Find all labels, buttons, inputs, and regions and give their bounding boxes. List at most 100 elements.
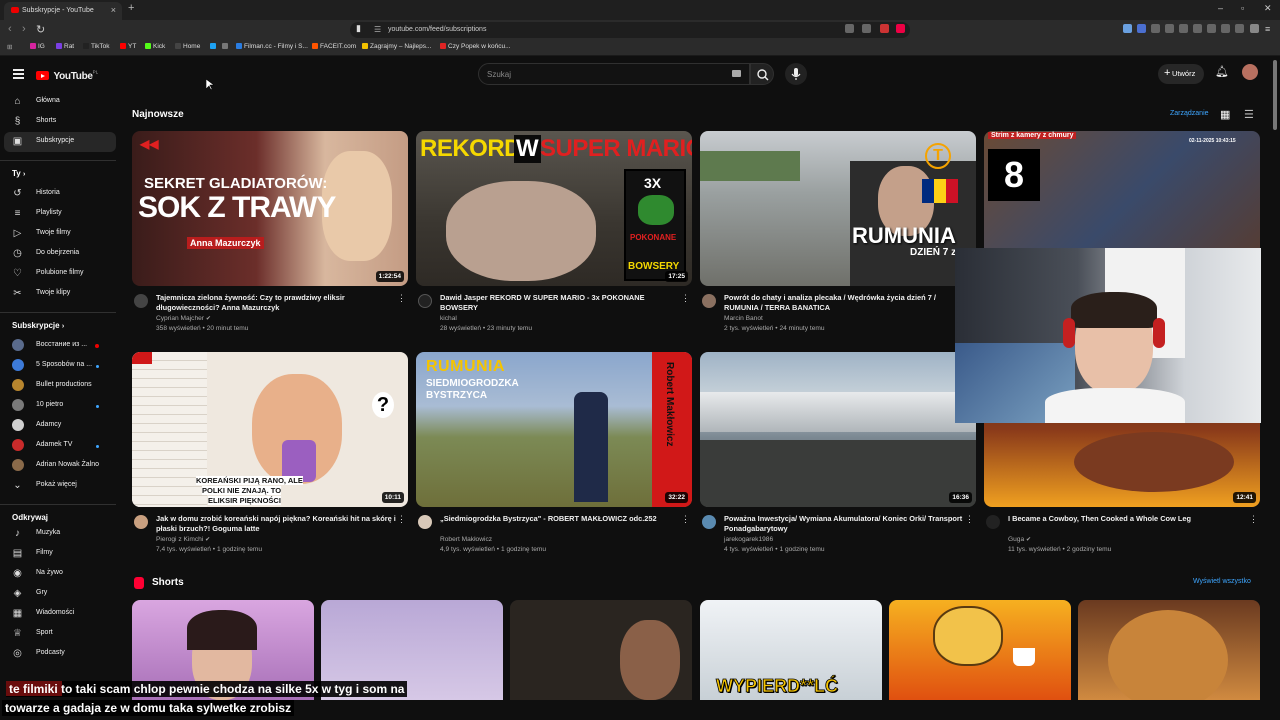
more-options-icon[interactable]: ⋮ [397,293,406,304]
video-title[interactable]: Tajemnicza zielona żywność: Czy to prawd… [156,293,396,313]
bookmark-icon[interactable]: ▮ [356,23,361,34]
list-view-icon[interactable]: ☰ [1244,108,1254,121]
bookmark-item[interactable]: IG [30,43,45,50]
menu-icon[interactable]: ≡ [1265,24,1270,34]
short-thumbnail[interactable] [889,600,1071,700]
notifications-bell-icon[interactable]: 🔔︎ [1215,65,1229,78]
channel-avatar[interactable] [134,515,148,529]
channel-avatar[interactable] [418,294,432,308]
grid-view-icon[interactable]: ▦ [1220,108,1230,121]
more-options-icon[interactable]: ⋮ [681,514,690,525]
video-thumbnail[interactable]: ◀◀ SEKRET GLADIATORÓW: SOK Z TRAWY Anna … [132,131,408,286]
sidebar-item-live[interactable]: ◉ Na żywo [0,564,116,584]
channel-avatar[interactable] [702,515,716,529]
shield-icon[interactable] [1250,24,1259,33]
more-options-icon[interactable]: ⋮ [397,514,406,525]
extension-icon[interactable] [1151,24,1160,33]
manage-link[interactable]: Zarządzanie [1170,110,1209,117]
search-input[interactable]: Szukaj [478,63,750,85]
channel-name[interactable]: kichal [440,315,457,322]
sidebar-you-header[interactable]: Ty › [12,169,25,178]
page-scrollbar[interactable] [1273,60,1277,130]
video-thumbnail[interactable]: RUMUNIA SIEDMIOGRODZKA BYSTRZYCA Robert … [416,352,692,507]
site-info-icon[interactable]: ☰ [374,25,381,34]
address-bar[interactable]: youtube.com/feed/subscriptions [350,22,910,38]
sidebar-item-history[interactable]: ↺ Historia [0,184,116,204]
sidebar-item-news[interactable]: ▦ Wiadomości [0,604,116,624]
extension-icon[interactable] [1137,24,1146,33]
browser-tab-active[interactable]: Subskrypcje - YouTube × [4,2,122,20]
cast-icon[interactable] [845,24,854,33]
youtube-logo[interactable]: YouTubePL [36,67,98,85]
sidebar-subscription-item[interactable]: 10 pietro [0,396,116,416]
bookmark-item[interactable]: Filman.cc - Filmy i S... [236,43,308,50]
sidebar-item-shorts[interactable]: § Shorts [0,112,116,132]
sidebar-item-subscriptions[interactable]: ▣ Subskrypcje [4,132,116,152]
video-title[interactable]: Powrót do chaty i analiza plecaka / Wędr… [724,293,964,313]
sidebar-item-liked[interactable]: ♡ Polubione filmy [0,264,116,284]
bookmark-item[interactable]: YT [120,43,136,50]
more-options-icon[interactable]: ⋮ [965,514,974,525]
sidebar-item-podcasts[interactable]: ◎ Podcasty [0,644,116,664]
apps-grid-icon[interactable]: ⊞ [7,43,12,51]
channel-name[interactable]: jarekogarek1986 [724,536,773,543]
back-icon[interactable]: ‹ [8,23,12,35]
view-all-shorts-link[interactable]: Wyświetl wszystko [1193,578,1251,585]
bookmark-item[interactable]: TikTok [83,43,110,50]
sidebar-item-clips[interactable]: ✂ Twoje klipy [0,284,116,304]
channel-avatar[interactable] [702,294,716,308]
download-icon[interactable] [1193,24,1202,33]
channel-name[interactable]: Pierogi z Kimchi ✔︎ [156,536,210,543]
sidebar-item-sport[interactable]: ♕ Sport [0,624,116,644]
sidebar-subscription-item[interactable]: Adamek TV [0,436,116,456]
video-title[interactable]: „Siedmiogrodzka Bystrzyca" - ROBERT MAKŁ… [440,514,680,524]
extension-icon[interactable] [896,24,905,33]
minimize-icon[interactable]: – [1218,3,1223,13]
sidebar-show-more[interactable]: ⌄ Pokaż więcej [0,476,116,496]
close-tab-icon[interactable]: × [111,5,116,15]
channel-avatar[interactable] [418,515,432,529]
bookmark-item[interactable]: FACEIT.com [312,43,356,50]
keyboard-icon[interactable] [732,70,741,77]
wallet-icon[interactable] [1221,24,1230,33]
sidebar-subscription-item[interactable]: Adrian Nowak Żalno [0,456,116,476]
bookmark-item[interactable] [222,43,230,50]
video-thumbnail[interactable]: 16:36 [700,352,976,507]
avatar[interactable] [1242,64,1258,80]
extension-icon[interactable] [1235,24,1244,33]
video-thumbnail[interactable]: REKORD W SUPER MARIO 3X POKONANE BOWSERY… [416,131,692,286]
more-options-icon[interactable]: ⋮ [681,293,690,304]
create-button[interactable]: + Utwórz [1158,64,1204,84]
new-tab-icon[interactable]: + [128,2,134,14]
extension-icon[interactable] [1179,24,1188,33]
share-icon[interactable] [862,24,871,33]
extension-icon[interactable] [1165,24,1174,33]
short-thumbnail[interactable]: WYPIERD**LĆ [700,600,882,700]
video-title[interactable]: Jak w domu zrobić koreański napój piękna… [156,514,396,534]
channel-name[interactable]: Guga ✔︎ [1008,536,1031,543]
close-window-icon[interactable]: ✕ [1264,3,1272,14]
channel-name[interactable]: Cyprian Majcher ✔︎ [156,315,211,322]
sidebar-item-home[interactable]: ⌂ Główna [0,92,116,112]
video-title[interactable]: Dawid Jasper REKORD W SUPER MARIO - 3x P… [440,293,680,313]
hamburger-menu-icon[interactable] [13,69,24,81]
reload-icon[interactable]: ↻ [36,23,45,36]
bookmark-item[interactable] [210,43,218,50]
video-title[interactable]: I Became a Cowboy, Then Cooked a Whole C… [1008,514,1248,524]
bookmark-item[interactable]: Rat [56,43,74,50]
video-thumbnail[interactable]: ? KOREAŃSKI PIJĄ RANO, ALE POLKI NIE ZNA… [132,352,408,507]
sidebar-subscriptions-header[interactable]: Subskrypcje › [12,321,64,330]
maximize-icon[interactable]: ▫ [1241,3,1244,13]
more-options-icon[interactable]: ⋮ [1249,514,1258,525]
channel-avatar[interactable] [986,515,1000,529]
sidebar-item-playlists[interactable]: ≡ Playlisty [0,204,116,224]
channel-avatar[interactable] [134,294,148,308]
sidebar-item-films[interactable]: ▤ Filmy [0,544,116,564]
short-thumbnail[interactable] [1078,600,1260,700]
sidebar-toggle-icon[interactable] [1207,24,1216,33]
extension-icon[interactable] [1123,24,1132,33]
sidebar-item-your-videos[interactable]: ▷ Twoje filmy [0,224,116,244]
video-thumbnail[interactable]: T RUMUNIA DZIEŃ 7 z 7 [700,131,976,286]
sidebar-item-watch-later[interactable]: ◷ Do obejrzenia [0,244,116,264]
sidebar-item-music[interactable]: ♪ Muzyka [0,524,116,544]
